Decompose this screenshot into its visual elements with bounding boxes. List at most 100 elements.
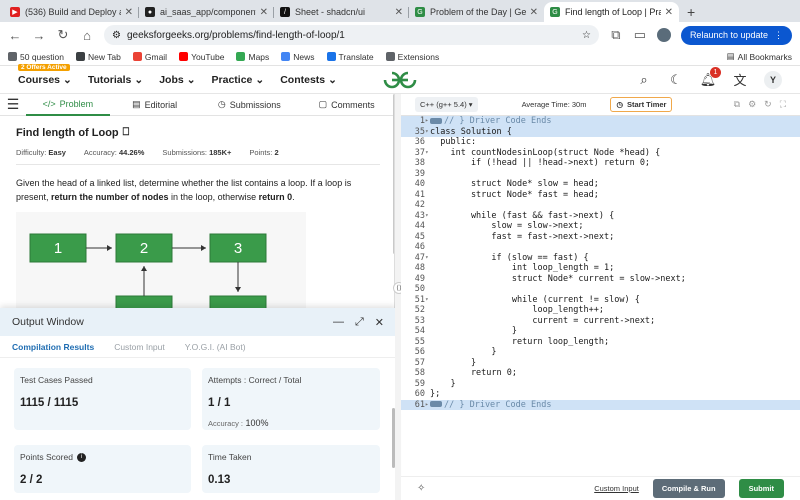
bookmark-item[interactable]: News (281, 52, 315, 62)
tab-yogi-ai-bot[interactable]: Y.O.G.I. (AI Bot) (185, 342, 246, 352)
code-line[interactable]: 41 struct Node* fast = head; (401, 190, 800, 201)
dark-mode-icon[interactable]: ☾ (668, 72, 684, 88)
nav-item-jobs[interactable]: Jobs ⌄ (159, 74, 195, 86)
sidepanel-icon[interactable]: ▭ (633, 27, 647, 43)
bookmark-item[interactable]: 50 question (8, 52, 64, 62)
code-line[interactable]: 35 ▾ class Solution { (401, 126, 800, 138)
expand-icon[interactable]: ⤢ (355, 316, 364, 329)
code-line[interactable]: 53 current = current->next; (401, 316, 800, 327)
home-icon[interactable]: ⌂ (80, 28, 94, 43)
user-avatar[interactable]: Y (764, 70, 782, 89)
code-line[interactable]: 46 (401, 242, 800, 253)
bookmark-item[interactable]: Extensions (385, 52, 439, 62)
forward-icon[interactable]: → (32, 28, 46, 43)
code-line[interactable]: 48 int loop_length = 1; (401, 263, 800, 274)
bookmark-item[interactable]: Maps (236, 52, 269, 62)
url-input[interactable]: ⚙ geeksforgeeks.org/problems/find-length… (104, 25, 599, 45)
fold-icon[interactable]: ▸ (425, 116, 429, 127)
fold-icon[interactable]: ▾ (425, 211, 429, 222)
code-line[interactable]: 60}; (401, 389, 800, 400)
settings-icon[interactable]: ⚙ (748, 99, 756, 110)
bookmark-item[interactable]: YouTube (179, 52, 224, 62)
all-bookmarks[interactable]: ▤ All Bookmarks (727, 51, 792, 62)
code-line[interactable]: 44 slow = slow->next; (401, 221, 800, 232)
tab-compilation-results[interactable]: Compilation Results (12, 342, 94, 352)
gfg-logo[interactable] (382, 70, 418, 90)
code-line[interactable]: 54 } (401, 326, 800, 337)
tab-problem[interactable]: </> Problem (25, 94, 110, 116)
extensions-icon[interactable]: ⧉ (609, 27, 623, 43)
code-line[interactable]: 56 } (401, 347, 800, 358)
bookmark-icon[interactable]: ⎕ (123, 126, 130, 139)
start-timer-button[interactable]: ◷ Start Timer (610, 97, 673, 112)
close-tab-icon[interactable]: ✕ (395, 7, 403, 18)
reset-icon[interactable]: ↻ (764, 99, 772, 110)
fold-icon[interactable]: ▾ (425, 295, 429, 306)
reload-icon[interactable]: ↻ (56, 27, 70, 43)
bookmark-item[interactable]: Translate (326, 52, 374, 62)
code-line[interactable]: 49 struct Node* current = slow->next; (401, 274, 800, 285)
close-tab-icon[interactable]: ✕ (125, 7, 133, 18)
bookmark-item[interactable]: New Tab (75, 52, 121, 62)
relaunch-button[interactable]: Relaunch to update ⋮ (680, 25, 792, 45)
compile-run-button[interactable]: Compile & Run (652, 479, 725, 498)
code-line[interactable]: 42 (401, 200, 800, 211)
browser-tab[interactable]: / Sheet - shadcn/ui ✕ (274, 2, 409, 22)
menu-icon[interactable]: ☰ (0, 94, 26, 116)
submit-button[interactable]: Submit (738, 479, 784, 498)
tab-submissions[interactable]: ◷ Submissions (199, 94, 299, 116)
code-line[interactable]: 58 return 0; (401, 368, 800, 379)
code-line[interactable]: 45 fast = fast->next->next; (401, 232, 800, 243)
site-settings-icon[interactable]: ⚙ (112, 30, 121, 41)
notification-bell-icon[interactable]: 🔔︎ 1 (700, 66, 721, 88)
nav-item-tutorials[interactable]: Tutorials ⌄ (88, 74, 143, 86)
close-icon[interactable]: ✕ (375, 316, 384, 329)
bookmark-item[interactable]: Gmail (132, 52, 167, 62)
tab-comments[interactable]: ▢ Comments (299, 94, 394, 116)
code-line[interactable]: 36 public: (401, 137, 800, 148)
fold-icon[interactable]: ▾ (425, 253, 429, 264)
code-line[interactable]: 51 ▾ while (current != slow) { (401, 295, 800, 306)
language-select[interactable]: C++ (g++ 5.4) ▾ (415, 97, 478, 112)
code-line[interactable]: 39 (401, 169, 800, 180)
search-icon[interactable]: ⌕ (636, 72, 652, 88)
folded-region-marker[interactable] (430, 117, 442, 124)
code-line[interactable]: 40 struct Node* slow = head; (401, 179, 800, 190)
close-tab-icon[interactable]: ✕ (665, 7, 673, 18)
code-line[interactable]: 38 if (!head || !head->next) return 0; (401, 158, 800, 169)
language-icon[interactable]: 文 (732, 72, 748, 88)
nav-item-contests[interactable]: Contests ⌄ (280, 74, 337, 86)
lightbulb-icon[interactable]: ✧ (417, 483, 429, 495)
code-line[interactable]: 55 return loop_length; (401, 337, 800, 348)
tab-editorial[interactable]: ▤ Editorial (110, 94, 200, 116)
browser-tab[interactable]: ▶ (536) Build and Deploy a Full ✕ (4, 2, 139, 22)
fullscreen-icon[interactable]: ⛶ (780, 99, 786, 110)
code-line[interactable]: 50 (401, 284, 800, 295)
code-line[interactable]: 37 ▾ int countNodesinLoop(struct Node *he… (401, 148, 800, 159)
folded-region-marker[interactable] (430, 401, 442, 407)
nav-item-practice[interactable]: Practice ⌄ (212, 74, 265, 86)
tab-custom-input[interactable]: Custom Input (114, 342, 165, 352)
close-tab-icon[interactable]: ✕ (530, 7, 538, 18)
info-icon[interactable]: i (76, 452, 86, 462)
minimize-icon[interactable]: — (333, 316, 344, 329)
code-line[interactable]: 1 ▸ // } Driver Code Ends (401, 116, 800, 127)
code-line[interactable]: 59 } (401, 379, 800, 390)
bookmark-star-icon[interactable]: ☆ (582, 30, 591, 41)
close-tab-icon[interactable]: ✕ (260, 7, 268, 18)
custom-input-link[interactable]: Custom Input (594, 484, 639, 493)
code-editor[interactable]: 1 ▸// } Driver Code Ends 35 ▾ class Solution… (401, 116, 800, 414)
code-line[interactable]: 52 loop_length++; (401, 305, 800, 316)
code-line[interactable]: 47 ▾ if (slow == fast) { (401, 253, 800, 264)
new-tab-icon[interactable]: + (679, 4, 703, 22)
fold-icon[interactable]: ▾ (425, 148, 429, 159)
code-line[interactable]: 57 } (401, 358, 800, 369)
browser-profile-icon[interactable] (656, 28, 671, 42)
code-line[interactable]: 43 ▾ while (fast && fast->next) { (401, 211, 800, 222)
copy-icon[interactable]: ⧉ (734, 99, 740, 110)
fold-icon[interactable]: ▾ (425, 127, 429, 138)
fold-icon[interactable]: ▸ (425, 400, 429, 411)
browser-tab[interactable]: G Problem of the Day | Geeksfo ✕ (409, 2, 544, 22)
nav-item-courses[interactable]: 2 Offers Active Courses ⌄ (18, 63, 72, 86)
browser-tab[interactable]: ● ai_saas_app/components/sh ✕ (139, 2, 274, 22)
